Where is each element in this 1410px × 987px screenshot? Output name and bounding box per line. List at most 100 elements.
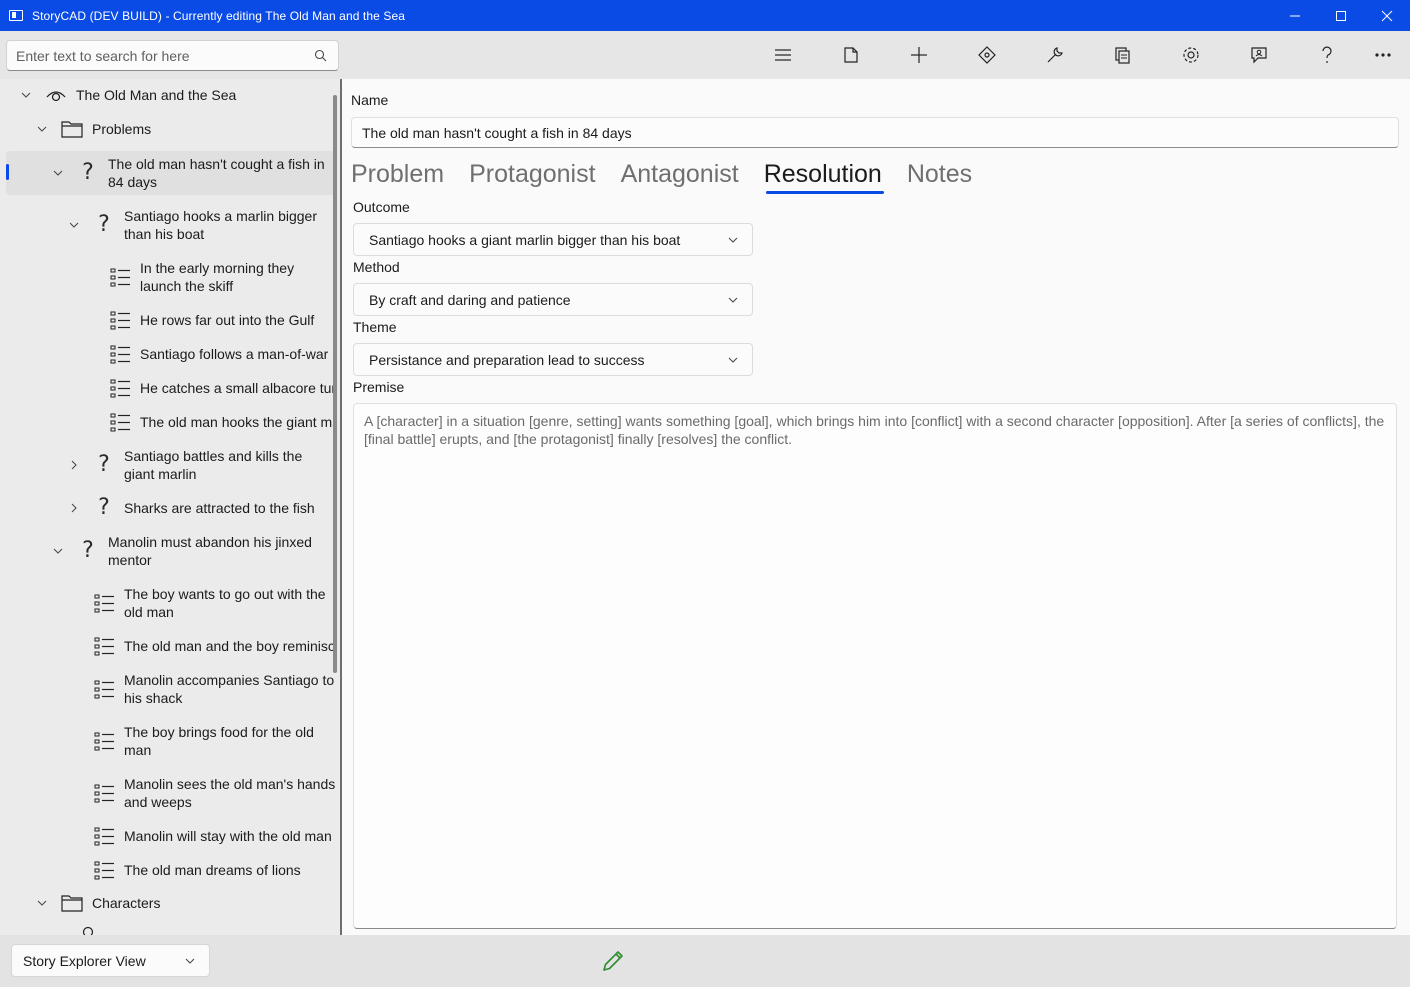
problem-icon: ? [98, 452, 110, 477]
tab-antagonist[interactable]: Antagonist [621, 157, 739, 197]
minimize-button[interactable] [1272, 0, 1318, 31]
tree-item-scene[interactable]: The old man dreams of lions [0, 857, 336, 883]
chevron-down-icon[interactable] [68, 219, 80, 231]
window-controls [1272, 0, 1410, 31]
tree-item-problem[interactable]: ? Sharks are attracted to the fish [0, 495, 336, 521]
chevron-down-icon[interactable] [20, 89, 32, 101]
chevron-down-icon [185, 958, 195, 964]
scene-list-icon [94, 827, 114, 846]
problem-icon: ? [98, 495, 110, 520]
search-box[interactable] [6, 40, 339, 71]
tree-item-scene[interactable]: The old man hooks the giant marlin [0, 409, 336, 435]
help-button[interactable] [1307, 40, 1347, 70]
tab-notes[interactable]: Notes [907, 157, 972, 197]
tab-resolution[interactable]: Resolution [764, 157, 884, 197]
file-button[interactable] [831, 40, 871, 70]
tree-item-scene[interactable]: The old man and the boy reminisce [0, 633, 336, 659]
tree-label: Santiago hooks a marlin bigger than his … [124, 208, 318, 242]
theme-value: Persistance and preparation lead to succ… [369, 351, 645, 368]
problem-icon: ? [82, 538, 94, 563]
problem-icon: ? [98, 212, 110, 237]
selection-indicator [6, 164, 9, 180]
new-file-icon [844, 47, 858, 63]
maximize-button[interactable] [1318, 0, 1364, 31]
tree-item-problem[interactable]: ? Santiago hooks a marlin bigger than hi… [0, 203, 336, 247]
tree-label: Sharks are attracted to the fish [124, 500, 315, 516]
chevron-right-icon[interactable] [68, 502, 80, 514]
chevron-right-icon[interactable] [68, 459, 80, 471]
tree-item-selected-problem[interactable]: ? The old man hasn't cought a fish in 84… [6, 151, 336, 195]
search-input[interactable] [16, 47, 306, 64]
tree-label: He rows far out into the Gulf [140, 312, 315, 328]
pencil-icon[interactable] [601, 949, 625, 973]
more-options-button[interactable] [1363, 40, 1403, 70]
settings-button[interactable] [1171, 40, 1211, 70]
chevron-down-icon [728, 297, 738, 303]
tree-label: Manolin will stay with the old man [124, 828, 332, 844]
tools-icon [1047, 47, 1063, 63]
tools-button[interactable] [1035, 40, 1075, 70]
tree-scrollbar[interactable] [333, 95, 337, 673]
menu-button[interactable] [763, 40, 803, 70]
close-button[interactable] [1364, 0, 1410, 31]
tree-item-problem[interactable]: ? Santiago battles and kills the giant m… [0, 443, 336, 487]
tree-item-characters-folder[interactable]: Characters [0, 887, 336, 919]
tree-item-scene[interactable]: He catches a small albacore tuna [0, 375, 336, 401]
problem-icon: ? [82, 160, 94, 185]
tab-protagonist[interactable]: Protagonist [469, 157, 595, 197]
help-icon [1322, 46, 1332, 63]
move-icon [978, 46, 996, 64]
tree-item-root[interactable]: The Old Man and the Sea [0, 79, 336, 111]
tree-item-scene[interactable]: Manolin sees the old man's hands and wee… [0, 771, 336, 815]
problem-editor: Name The old man hasn't cought a fish in… [342, 79, 1410, 935]
tree-label: In the early morning they launch the ski… [140, 260, 295, 294]
window-title: StoryCAD (DEV BUILD) - Currently editing… [32, 8, 405, 23]
add-button[interactable] [899, 40, 939, 70]
tree-item-scene[interactable]: In the early morning they launch the ski… [0, 255, 336, 299]
outcome-value: Santiago hooks a giant marlin bigger tha… [369, 231, 681, 248]
name-field[interactable]: The old man hasn't cought a fish in 84 d… [351, 117, 1399, 148]
search-icon[interactable] [314, 49, 327, 62]
tree-item-scene[interactable]: The boy wants to go out with the old man [0, 581, 336, 625]
tree-item-scene[interactable]: Santiago follows a man-of-war [0, 341, 336, 367]
tree-label: Characters [92, 895, 161, 911]
toolbar [0, 31, 1410, 79]
chevron-down-icon[interactable] [52, 545, 64, 557]
method-label: Method [353, 259, 400, 275]
method-dropdown[interactable]: By craft and daring and patience [353, 283, 753, 316]
premise-textarea[interactable]: A [character] in a situation [genre, set… [353, 403, 1397, 929]
chevron-down-icon[interactable] [36, 123, 48, 135]
copy-pages-button[interactable] [1103, 40, 1143, 70]
minimize-icon [1290, 15, 1300, 16]
theme-dropdown[interactable]: Persistance and preparation lead to succ… [353, 343, 753, 376]
chevron-down-icon[interactable] [52, 167, 64, 179]
view-mode-dropdown[interactable]: Story Explorer View [11, 944, 210, 977]
scene-list-icon [94, 637, 114, 656]
tree-item-scene[interactable]: He rows far out into the Gulf [0, 307, 336, 333]
folder-icon [61, 895, 83, 912]
hamburger-menu-icon [775, 49, 791, 61]
scene-list-icon [110, 311, 130, 330]
tree-item-problem[interactable]: ? Manolin must abandon his jinxed mentor [0, 529, 336, 573]
character-icon [82, 926, 94, 935]
tree-item-problems-folder[interactable]: Problems [0, 113, 336, 145]
scene-list-icon [94, 861, 114, 880]
outcome-dropdown[interactable]: Santiago hooks a giant marlin bigger tha… [353, 223, 753, 256]
chevron-down-icon[interactable] [36, 897, 48, 909]
tree-label: He catches a small albacore tuna [140, 380, 336, 396]
maximize-icon [1336, 10, 1346, 21]
copy-pages-icon [1115, 46, 1130, 64]
tab-problem[interactable]: Problem [351, 157, 444, 197]
eye-icon [46, 91, 66, 102]
close-icon [1381, 10, 1393, 21]
move-button[interactable] [967, 40, 1007, 70]
scene-list-icon [94, 594, 114, 613]
tree-item-scene[interactable]: Manolin will stay with the old man [0, 823, 336, 849]
feedback-button[interactable] [1239, 40, 1279, 70]
tree-item-scene[interactable]: The boy brings food for the old man [0, 719, 336, 763]
title-bar: StoryCAD (DEV BUILD) - Currently editing… [0, 0, 1410, 31]
scene-list-icon [94, 784, 114, 803]
chevron-down-icon [728, 357, 738, 363]
chevron-down-icon [728, 237, 738, 243]
tree-item-scene[interactable]: Manolin accompanies Santiago to his shac… [0, 667, 336, 711]
